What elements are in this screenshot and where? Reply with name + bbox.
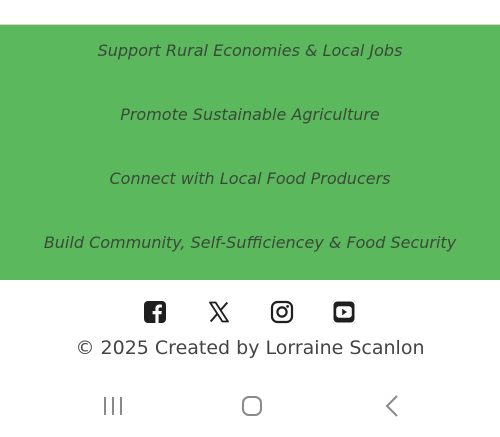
copyright-text: © 2025 Created by Lorraine Scanlon [75, 337, 425, 359]
mission-item-community-security: Build Community, Self-Sufficiencey & Foo… [43, 233, 457, 252]
mission-banner: Support Rural Economies & Local Jobs Pro… [0, 25, 500, 280]
mission-item-local-producers: Connect with Local Food Producers [109, 169, 391, 188]
page-top-divider [0, 0, 500, 25]
home-icon[interactable] [240, 394, 264, 422]
instagram-icon[interactable] [270, 300, 294, 324]
facebook-icon[interactable] [143, 300, 167, 324]
x-icon[interactable] [207, 300, 231, 324]
mission-item-rural-economies: Support Rural Economies & Local Jobs [97, 41, 403, 60]
back-icon[interactable] [381, 394, 405, 422]
mission-item-sustainable-agriculture: Promote Sustainable Agriculture [120, 105, 380, 124]
youtube-icon[interactable] [332, 300, 356, 324]
recent-apps-icon[interactable] [101, 394, 125, 422]
social-links [0, 300, 500, 324]
android-navigation-bar [0, 388, 500, 424]
